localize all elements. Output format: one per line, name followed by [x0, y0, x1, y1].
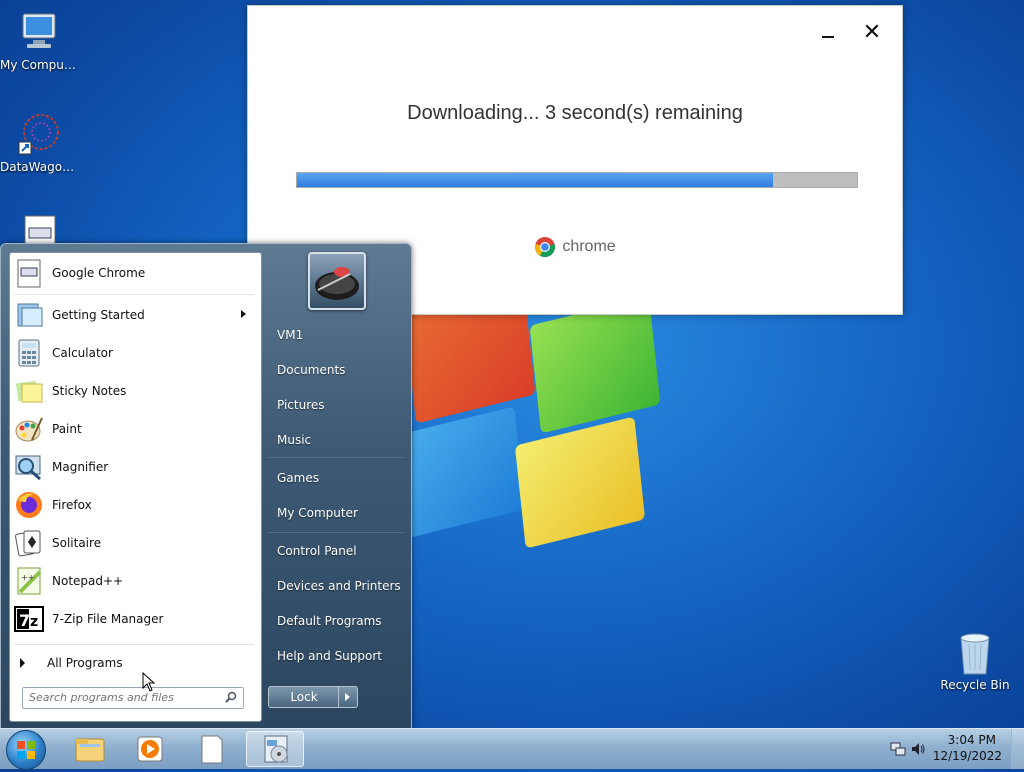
search-icon[interactable]: [225, 691, 237, 703]
program-label: Google Chrome: [52, 266, 146, 280]
divider: [269, 532, 403, 533]
windows-wallpaper-logo: [394, 286, 695, 560]
divider: [14, 644, 254, 645]
shutdown-options-arrow-icon[interactable]: [338, 686, 358, 708]
chrome-installer-icon: [14, 258, 44, 288]
program-solitaire[interactable]: Solitaire: [14, 526, 256, 560]
submenu-arrow-icon: [241, 310, 246, 318]
program-label: Sticky Notes: [52, 384, 127, 398]
program-google-chrome[interactable]: Google Chrome: [14, 256, 256, 290]
divider: [14, 294, 254, 295]
program-label: Paint: [52, 422, 82, 436]
taskbar: 3:04 PM 12/19/2022: [0, 728, 1024, 770]
program-label: Calculator: [52, 346, 113, 360]
desktop-icon-label: DataWagon...: [0, 160, 78, 174]
desktop-icon-recycle-bin[interactable]: Recycle Bin: [936, 630, 1014, 692]
svg-text:7: 7: [19, 611, 30, 630]
start-link-games[interactable]: Games: [269, 464, 403, 492]
program-firefox[interactable]: Firefox: [14, 488, 256, 522]
program-label: Getting Started: [52, 308, 145, 322]
expand-arrow-icon: [20, 658, 25, 668]
start-link-pictures[interactable]: Pictures: [269, 391, 403, 419]
program-paint[interactable]: Paint: [14, 412, 256, 446]
program-calculator[interactable]: Calculator: [14, 336, 256, 370]
program-label: Solitaire: [52, 536, 102, 550]
minimize-button[interactable]: [818, 24, 838, 44]
paint-icon: [14, 414, 44, 444]
firefox-icon: [14, 490, 44, 520]
all-programs-label: All Programs: [47, 656, 123, 670]
divider: [269, 457, 403, 458]
desktop-icon-label: Recycle Bin: [940, 678, 1010, 692]
desktop-icon-label: My Computer: [0, 58, 78, 72]
magnifier-icon: [14, 452, 44, 482]
svg-text:++: ++: [21, 573, 34, 582]
program-label: 7-Zip File Manager: [52, 612, 164, 626]
volume-icon[interactable]: [910, 741, 926, 757]
start-search-box[interactable]: [22, 687, 244, 709]
all-programs-button[interactable]: All Programs: [14, 651, 256, 675]
program-magnifier[interactable]: Magnifier: [14, 450, 256, 484]
taskbar-media-player-button[interactable]: [124, 731, 176, 767]
chrome-brand-label: chrome: [562, 238, 616, 256]
chrome-logo-icon: [534, 236, 556, 258]
start-link-vm1[interactable]: VM1: [269, 321, 403, 349]
computer-icon: [17, 10, 61, 54]
start-link-devices-printers[interactable]: Devices and Printers: [269, 572, 403, 600]
notepadpp-icon: ++: [14, 566, 44, 596]
desktop-icon-datawagon[interactable]: DataWagon...: [0, 112, 78, 174]
start-link-music[interactable]: Music: [269, 426, 403, 454]
windows-logo-icon: [17, 741, 35, 759]
wallpaper-blue-pane: [394, 406, 526, 539]
start-link-documents[interactable]: Documents: [269, 356, 403, 384]
taskbar-notepad-button[interactable]: [186, 731, 238, 767]
desktop-icon-my-computer[interactable]: My Computer: [0, 10, 78, 72]
lock-button[interactable]: Lock: [268, 686, 340, 708]
program-label: Magnifier: [52, 460, 109, 474]
taskbar-installer-button[interactable]: [246, 731, 304, 767]
sticky-notes-icon: [14, 376, 44, 406]
calculator-icon: [14, 338, 44, 368]
solitaire-icon: [14, 528, 44, 558]
wallpaper-yellow-pane: [514, 416, 646, 549]
recycle-bin-icon: [953, 630, 997, 675]
clock-time[interactable]: 3:04 PM: [948, 733, 996, 747]
datawagon-icon: [17, 112, 61, 156]
start-link-my-computer[interactable]: My Computer: [269, 499, 403, 527]
network-icon[interactable]: [890, 741, 906, 757]
installer-icon: [264, 735, 288, 763]
folder-icon: [75, 738, 105, 762]
svg-text:z: z: [30, 614, 38, 630]
document-icon: [201, 735, 223, 764]
7zip-icon: 7z: [14, 604, 44, 634]
media-player-icon: [137, 736, 163, 762]
taskbar-explorer-button[interactable]: [64, 731, 116, 767]
getting-started-icon: [14, 300, 44, 330]
program-label: Notepad++: [52, 574, 124, 588]
start-menu: Google Chrome Getting Started Calculator…: [0, 243, 412, 730]
close-button[interactable]: ✕: [862, 22, 882, 44]
start-button[interactable]: [6, 730, 46, 770]
start-link-default-programs[interactable]: Default Programs: [269, 607, 403, 635]
start-link-control-panel[interactable]: Control Panel: [269, 537, 403, 565]
program-notepadpp[interactable]: ++ Notepad++: [14, 564, 256, 598]
program-label: Firefox: [52, 498, 92, 512]
program-7zip[interactable]: 7z 7-Zip File Manager: [14, 602, 256, 636]
user-avatar[interactable]: [308, 252, 366, 310]
start-link-help-support[interactable]: Help and Support: [269, 642, 403, 670]
clock-date[interactable]: 12/19/2022: [933, 749, 1002, 763]
program-getting-started[interactable]: Getting Started: [14, 298, 256, 332]
program-sticky-notes[interactable]: Sticky Notes: [14, 374, 256, 408]
start-menu-programs-pane: Google Chrome Getting Started Calculator…: [9, 252, 262, 722]
download-progress-bar: [296, 172, 858, 188]
show-desktop-button[interactable]: [1011, 729, 1024, 769]
search-input[interactable]: [23, 688, 225, 706]
system-tray: 3:04 PM 12/19/2022: [884, 729, 1024, 769]
download-status-text: Downloading... 3 second(s) remaining: [407, 102, 743, 124]
download-progress-fill: [297, 173, 773, 187]
wallpaper-green-pane: [529, 296, 661, 434]
mouse-cursor-icon: [142, 671, 156, 692]
